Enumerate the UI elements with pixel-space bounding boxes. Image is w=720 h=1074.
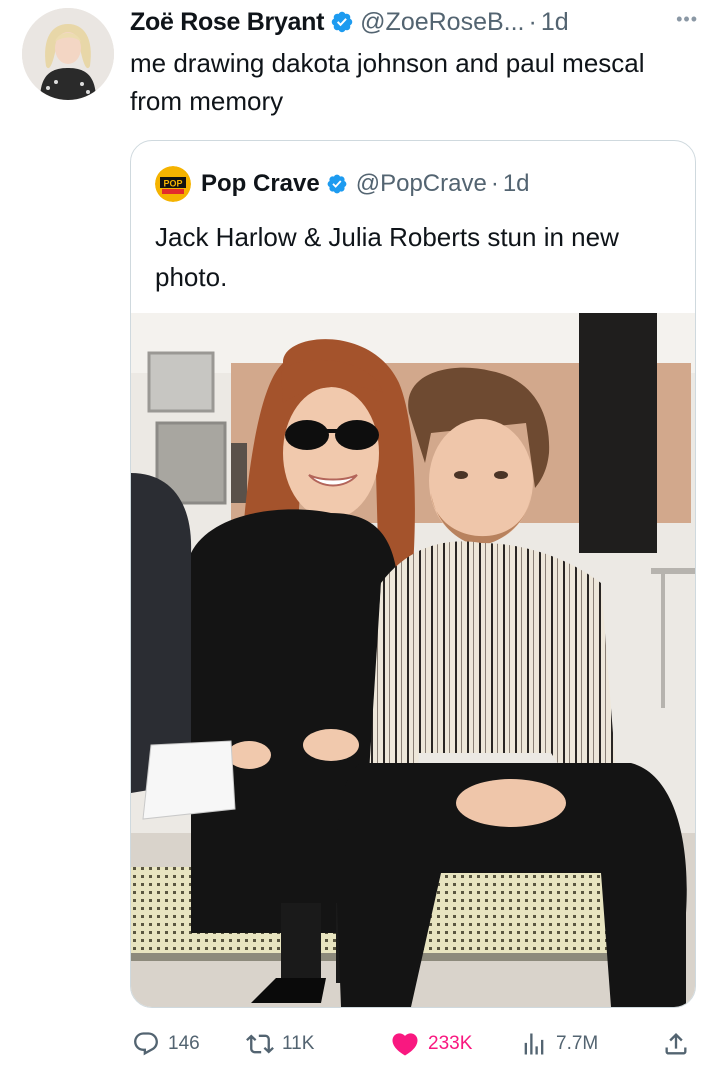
- tweet-header: Zoë Rose Bryant @ZoeRoseB... · 1d: [130, 2, 569, 42]
- pop-crave-logo[interactable]: POP: [155, 166, 191, 202]
- share-button[interactable]: [662, 1024, 690, 1064]
- quote-tweet[interactable]: POP Pop Crave @PopCrave · 1d Jack Harlow…: [130, 140, 696, 1008]
- analytics-icon: [524, 1033, 544, 1055]
- retweet-button[interactable]: 11K: [246, 1024, 314, 1064]
- share-icon: [665, 1033, 687, 1055]
- tweet-actions: 146 11K 233K 7.7M: [0, 1024, 720, 1064]
- reply-button[interactable]: 146: [132, 1024, 200, 1064]
- author-handle[interactable]: @ZoeRoseB...: [360, 8, 524, 37]
- like-count: 233K: [428, 1033, 473, 1054]
- retweet-icon: [246, 1034, 274, 1054]
- author-name[interactable]: Zoë Rose Bryant: [130, 8, 324, 37]
- quote-photo[interactable]: [131, 313, 695, 1007]
- like-button[interactable]: 233K: [390, 1024, 472, 1064]
- verified-badge-icon: [327, 174, 347, 194]
- heart-filled-icon: [392, 1033, 418, 1056]
- reply-count: 146: [168, 1033, 200, 1054]
- separator-dot: ·: [490, 170, 499, 197]
- quote-header: POP Pop Crave @PopCrave · 1d: [155, 166, 530, 202]
- separator-dot: ·: [528, 7, 537, 36]
- retweet-count: 11K: [282, 1033, 315, 1054]
- quote-author-name[interactable]: Pop Crave: [201, 170, 320, 198]
- quote-timestamp[interactable]: 1d: [503, 170, 530, 198]
- verified-badge-icon: [331, 11, 353, 33]
- tweet-text: me drawing dakota johnson and paul mesca…: [130, 48, 645, 116]
- author-avatar[interactable]: [22, 8, 114, 100]
- more-options-icon[interactable]: •••: [676, 10, 698, 28]
- tweet[interactable]: Zoë Rose Bryant @ZoeRoseB... · 1d ••• me…: [0, 0, 720, 1074]
- views-count: 7.7M: [556, 1033, 599, 1054]
- tweet-timestamp[interactable]: 1d: [541, 8, 569, 37]
- views-button[interactable]: 7.7M: [520, 1024, 598, 1064]
- quote-author-handle[interactable]: @PopCrave: [356, 170, 487, 198]
- reply-icon: [134, 1032, 158, 1056]
- svg-text:POP: POP: [163, 179, 182, 189]
- quote-text: Jack Harlow & Julia Roberts stun in new …: [155, 222, 619, 292]
